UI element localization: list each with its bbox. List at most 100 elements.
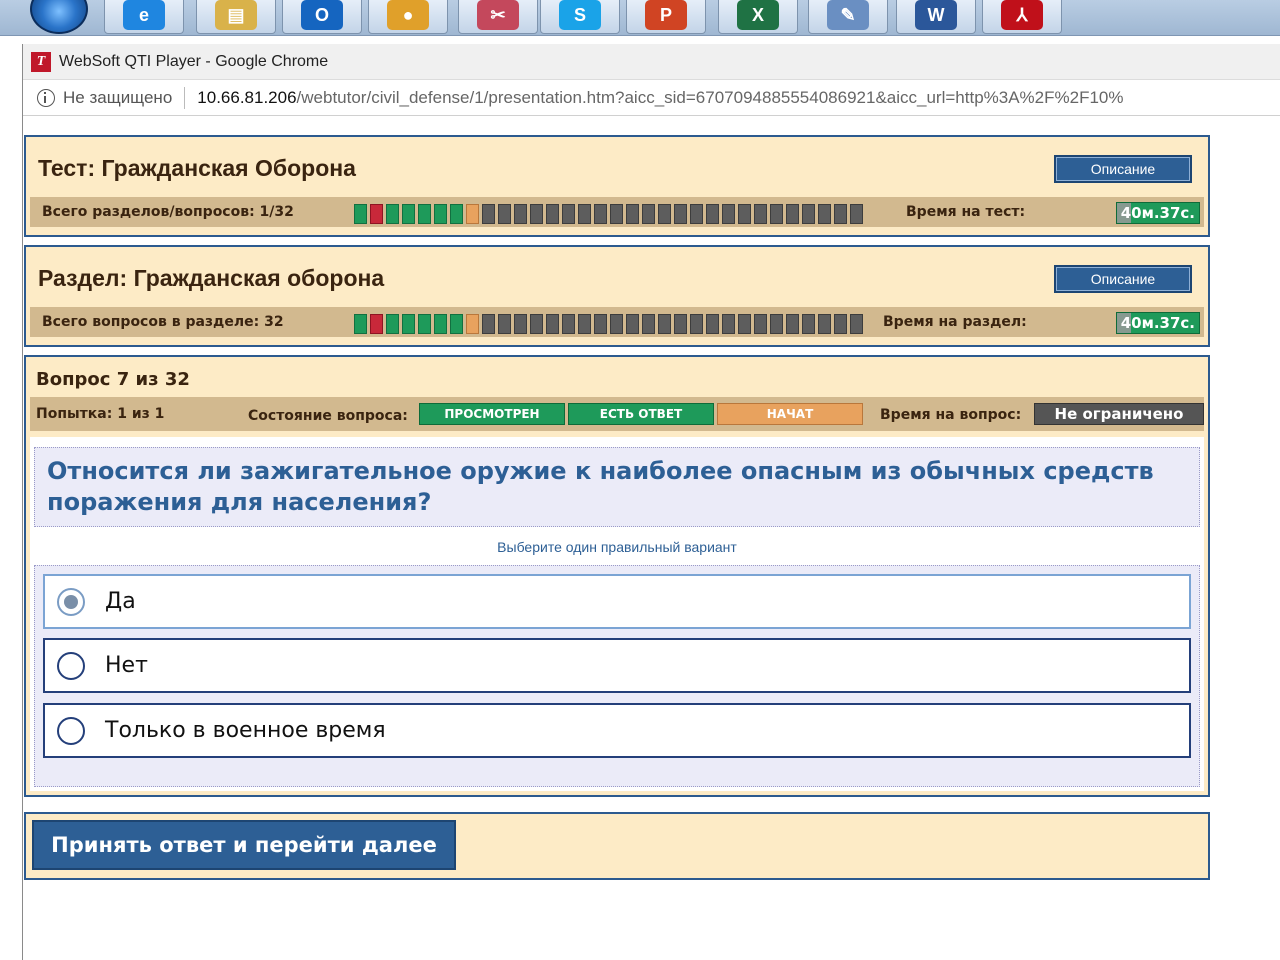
- progress-segment[interactable]: [354, 314, 367, 334]
- progress-segment[interactable]: [530, 314, 543, 334]
- progress-segment[interactable]: [674, 204, 687, 224]
- taskbar-button[interactable]: W: [896, 0, 976, 34]
- progress-segment[interactable]: [450, 314, 463, 334]
- progress-segment[interactable]: [626, 204, 639, 224]
- progress-segment[interactable]: [642, 314, 655, 334]
- progress-segment[interactable]: [786, 314, 799, 334]
- url-path[interactable]: /webtutor/civil_defense/1/presentation.h…: [297, 88, 1124, 108]
- progress-segment[interactable]: [690, 314, 703, 334]
- progress-segment[interactable]: [386, 314, 399, 334]
- progress-segment[interactable]: [818, 204, 831, 224]
- answer-option[interactable]: Только в военное время: [43, 703, 1191, 758]
- radio-button[interactable]: [57, 587, 85, 616]
- progress-segment[interactable]: [466, 314, 479, 334]
- progress-segment[interactable]: [706, 204, 719, 224]
- progress-segment[interactable]: [610, 204, 623, 224]
- windows-start-button[interactable]: [30, 0, 88, 34]
- answer-option[interactable]: Да: [43, 574, 1191, 629]
- question-text: Относится ли зажигательное оружие к наиб…: [34, 447, 1200, 527]
- progress-segment[interactable]: [498, 204, 511, 224]
- progress-segment[interactable]: [850, 204, 863, 224]
- progress-segment[interactable]: [418, 204, 431, 224]
- answer-options: Да Нет Только в военное время: [34, 565, 1200, 787]
- progress-segment[interactable]: [770, 204, 783, 224]
- progress-segment[interactable]: [418, 314, 431, 334]
- progress-segment[interactable]: [738, 314, 751, 334]
- progress-segment[interactable]: [594, 314, 607, 334]
- test-description-button[interactable]: Описание: [1054, 155, 1192, 183]
- progress-segment[interactable]: [370, 204, 383, 224]
- progress-segment[interactable]: [850, 314, 863, 334]
- progress-segment[interactable]: [626, 314, 639, 334]
- answer-option-label: Да: [105, 589, 136, 614]
- progress-segment[interactable]: [434, 314, 447, 334]
- test-time-label: Время на тест:: [906, 204, 1026, 220]
- progress-segment[interactable]: [386, 204, 399, 224]
- progress-segment[interactable]: [770, 314, 783, 334]
- progress-segment[interactable]: [514, 204, 527, 224]
- progress-segment[interactable]: [562, 314, 575, 334]
- not-secure-label[interactable]: Не защищено: [63, 88, 172, 108]
- progress-segment[interactable]: [690, 204, 703, 224]
- question-panel: Вопрос 7 из 32 Попытка: 1 из 1 Состояние…: [24, 355, 1210, 797]
- progress-segment[interactable]: [594, 204, 607, 224]
- progress-segment[interactable]: [722, 204, 735, 224]
- progress-segment[interactable]: [738, 204, 751, 224]
- progress-segment[interactable]: [514, 314, 527, 334]
- progress-segment[interactable]: [546, 314, 559, 334]
- progress-segment[interactable]: [354, 204, 367, 224]
- url-host[interactable]: 10.66.81.206: [197, 88, 296, 108]
- section-description-button[interactable]: Описание: [1054, 265, 1192, 293]
- progress-segment[interactable]: [754, 314, 767, 334]
- submit-panel: Принять ответ и перейти далее: [24, 812, 1210, 880]
- progress-segment[interactable]: [562, 204, 575, 224]
- progress-segment[interactable]: [434, 204, 447, 224]
- address-bar[interactable]: Не защищено 10.66.81.206/webtutor/civil_…: [23, 80, 1280, 116]
- progress-segment[interactable]: [642, 204, 655, 224]
- progress-segment[interactable]: [658, 314, 671, 334]
- progress-segment[interactable]: [578, 314, 591, 334]
- progress-segment[interactable]: [402, 204, 415, 224]
- submit-answer-button[interactable]: Принять ответ и перейти далее: [32, 820, 456, 870]
- progress-segment[interactable]: [802, 314, 815, 334]
- progress-segment[interactable]: [834, 204, 847, 224]
- progress-segment[interactable]: [530, 204, 543, 224]
- progress-segment[interactable]: [466, 204, 479, 224]
- progress-segment[interactable]: [610, 314, 623, 334]
- taskbar-button[interactable]: X: [718, 0, 798, 34]
- progress-segment[interactable]: [402, 314, 415, 334]
- progress-segment[interactable]: [802, 204, 815, 224]
- progress-segment[interactable]: [658, 204, 671, 224]
- taskbar-button[interactable]: ⅄: [982, 0, 1062, 34]
- progress-segment[interactable]: [722, 314, 735, 334]
- taskbar-button[interactable]: e: [104, 0, 184, 34]
- progress-segment[interactable]: [818, 314, 831, 334]
- windows-taskbar: e ▤ O ● ✂ S P X ✎ W ⅄: [0, 0, 1280, 36]
- progress-segment[interactable]: [754, 204, 767, 224]
- progress-segment[interactable]: [482, 314, 495, 334]
- answer-option-label: Только в военное время: [105, 718, 386, 743]
- test-panel: Тест: Гражданская Оборона Описание Всего…: [24, 135, 1210, 237]
- progress-segment[interactable]: [674, 314, 687, 334]
- progress-segment[interactable]: [546, 204, 559, 224]
- progress-segment[interactable]: [450, 204, 463, 224]
- taskbar-button[interactable]: P: [626, 0, 706, 34]
- taskbar-button[interactable]: ✂: [458, 0, 538, 34]
- progress-segment[interactable]: [482, 204, 495, 224]
- taskbar-button[interactable]: ●: [368, 0, 448, 34]
- answer-option[interactable]: Нет: [43, 638, 1191, 693]
- taskbar-button[interactable]: ✎: [808, 0, 888, 34]
- progress-segment[interactable]: [834, 314, 847, 334]
- window-title: WebSoft QTI Player - Google Chrome: [59, 52, 329, 70]
- taskbar-button[interactable]: ▤: [196, 0, 276, 34]
- progress-segment[interactable]: [498, 314, 511, 334]
- progress-segment[interactable]: [370, 314, 383, 334]
- info-icon[interactable]: [37, 88, 55, 107]
- progress-segment[interactable]: [578, 204, 591, 224]
- taskbar-button[interactable]: S: [540, 0, 620, 34]
- progress-segment[interactable]: [706, 314, 719, 334]
- taskbar-button[interactable]: O: [282, 0, 362, 34]
- radio-button[interactable]: [57, 716, 85, 745]
- progress-segment[interactable]: [786, 204, 799, 224]
- radio-button[interactable]: [57, 651, 85, 680]
